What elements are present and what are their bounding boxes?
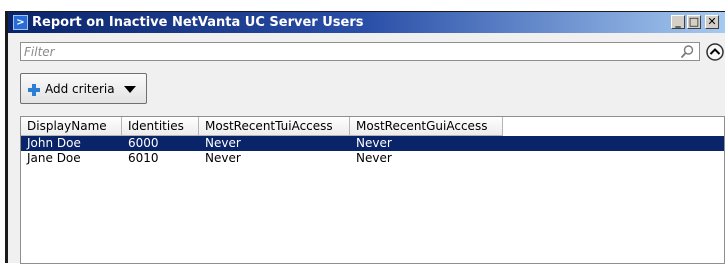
- column-header-mostrecentguiaccess[interactable]: MostRecentGuiAccess: [350, 117, 503, 136]
- collapse-chevron-icon[interactable]: [705, 42, 725, 62]
- add-criteria-label: Add criteria: [45, 82, 115, 96]
- cell-mostrecentguiaccess: Never: [356, 136, 392, 150]
- cell-displayname: Jane Doe: [27, 151, 81, 165]
- column-header-mostrecenttuiaccess[interactable]: MostRecentTuiAccess: [199, 117, 350, 136]
- powershell-icon: >: [13, 15, 28, 30]
- maximize-button[interactable]: □: [687, 15, 701, 29]
- add-criteria-button[interactable]: Add criteria: [20, 73, 147, 104]
- column-header-identities[interactable]: Identities: [122, 117, 199, 136]
- cell-mostrecentguiaccess: Never: [356, 151, 392, 165]
- close-button[interactable]: ✕: [705, 15, 719, 29]
- results-grid: DisplayName Identities MostRecentTuiAcce…: [20, 116, 725, 264]
- column-header-displayname[interactable]: DisplayName: [21, 117, 122, 136]
- cell-identities: 6000: [128, 136, 159, 150]
- report-window: > Report on Inactive NetVanta UC Server …: [5, 11, 725, 264]
- filter-input[interactable]: [24, 44, 664, 59]
- dropdown-arrow-icon: [124, 86, 136, 93]
- table-row[interactable]: Jane Doe 6010 Never Never: [21, 151, 724, 166]
- minimize-button[interactable]: _: [671, 15, 685, 29]
- table-row[interactable]: John Doe 6000 Never Never: [21, 136, 724, 151]
- title-bar[interactable]: > Report on Inactive NetVanta UC Server …: [8, 12, 725, 33]
- search-icon[interactable]: [679, 44, 695, 60]
- plus-icon: [28, 84, 40, 96]
- cell-displayname: John Doe: [27, 136, 81, 150]
- cell-mostrecenttuiaccess: Never: [205, 136, 241, 150]
- filter-box: [20, 42, 700, 61]
- window-title: Report on Inactive NetVanta UC Server Us…: [32, 15, 364, 30]
- cell-mostrecenttuiaccess: Never: [205, 151, 241, 165]
- cell-identities: 6010: [128, 151, 159, 165]
